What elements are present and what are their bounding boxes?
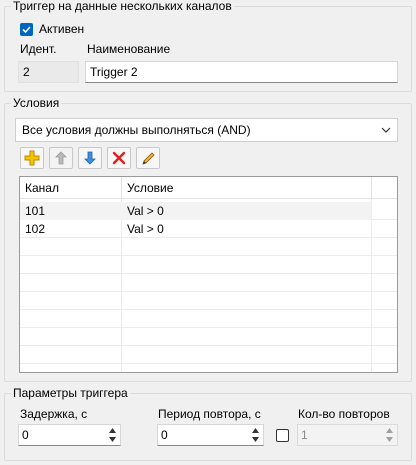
column-header-condition[interactable]: Условие — [122, 177, 372, 199]
delay-decrement-button[interactable] — [105, 435, 119, 444]
pencil-icon — [141, 151, 155, 165]
delete-x-icon — [112, 151, 126, 165]
repeat-period-value: 0 — [161, 428, 168, 442]
move-down-button[interactable] — [78, 147, 102, 169]
id-field: 2 — [18, 61, 79, 83]
table-row[interactable]: 102 Val > 0 — [20, 220, 371, 238]
name-field[interactable]: Trigger 2 — [85, 61, 398, 83]
conditions-table[interactable]: Канал Условие 101 Val > 0 102 Val > 0 — [19, 176, 398, 373]
spin-down-icon — [385, 437, 393, 442]
plus-icon — [24, 150, 40, 166]
repeat-count-label: Кол-во повторов — [298, 407, 390, 421]
trigger-group-title: Триггер на данные нескольких каналов — [11, 0, 234, 13]
active-label: Активен — [39, 22, 85, 36]
name-label: Наименование — [87, 42, 171, 56]
repeat-count-increment-button[interactable] — [382, 426, 396, 435]
table-header: Канал Условие — [20, 177, 397, 199]
repeat-period-increment-button[interactable] — [248, 426, 262, 435]
spin-down-icon — [251, 437, 259, 442]
add-condition-button[interactable] — [20, 147, 44, 169]
repeat-count-decrement-button[interactable] — [382, 435, 396, 444]
spin-up-icon — [385, 428, 393, 433]
arrow-down-icon — [84, 151, 96, 165]
repeat-count-spinbox[interactable]: 1 — [297, 424, 398, 446]
delay-label: Задержка, с — [20, 407, 88, 421]
repeat-period-decrement-button[interactable] — [248, 435, 262, 444]
delay-spinbox[interactable]: 0 — [18, 424, 121, 446]
repeat-period-spinbox[interactable]: 0 — [157, 424, 264, 446]
spin-up-icon — [251, 428, 259, 433]
active-checkbox[interactable] — [20, 22, 33, 36]
checkmark-icon — [22, 25, 31, 33]
edit-condition-button[interactable] — [136, 147, 160, 169]
cell-channel: 102 — [25, 222, 46, 236]
repeat-count-checkbox[interactable] — [276, 429, 289, 442]
active-checkbox-row[interactable]: Активен — [20, 21, 84, 37]
chevron-down-icon — [381, 127, 391, 133]
cell-channel: 101 — [25, 204, 46, 218]
name-value: Trigger 2 — [90, 65, 138, 79]
spin-up-icon — [108, 428, 116, 433]
conditions-mode-select[interactable]: Все условия должны выполняться (AND) — [15, 118, 398, 142]
repeat-count-value: 1 — [301, 428, 308, 442]
delete-condition-button[interactable] — [107, 147, 131, 169]
cell-condition: Val > 0 — [127, 204, 164, 218]
move-up-button[interactable] — [49, 147, 73, 169]
conditions-mode-value: Все условия должны выполняться (AND) — [22, 123, 251, 137]
id-value: 2 — [23, 65, 30, 79]
params-group-title: Параметры триггера — [11, 386, 130, 400]
delay-increment-button[interactable] — [105, 426, 119, 435]
arrow-up-icon — [55, 151, 67, 165]
table-row[interactable]: 101 Val > 0 — [20, 202, 371, 220]
id-label: Идент. — [20, 42, 57, 56]
spin-down-icon — [108, 437, 116, 442]
repeat-period-label: Период повтора, с — [158, 407, 261, 421]
conditions-group-title: Условия — [11, 96, 62, 110]
column-header-channel[interactable]: Канал — [20, 177, 122, 199]
delay-value: 0 — [22, 428, 29, 442]
cell-condition: Val > 0 — [127, 222, 164, 236]
